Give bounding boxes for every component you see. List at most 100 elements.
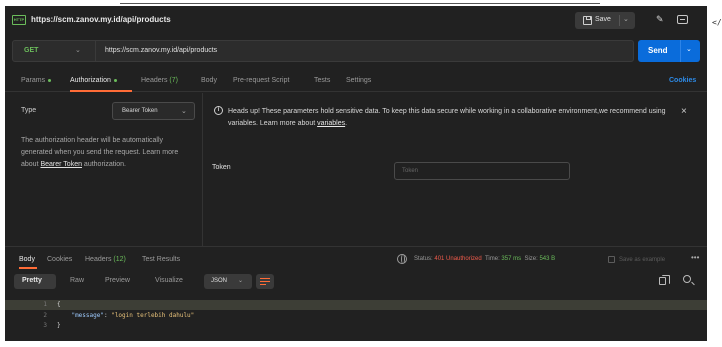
code-line: 3 } [5, 321, 707, 331]
request-tabs: Params Authorization Headers (7) Body Pr… [5, 68, 707, 92]
size-value[interactable]: 543 B [539, 256, 555, 262]
pencil-icon[interactable]: ✎ [656, 14, 664, 25]
notice-text: Heads up! These parameters hold sensitiv… [228, 108, 666, 127]
tab-headers-label: Headers [141, 77, 168, 84]
wrap-lines-icon[interactable] [256, 274, 274, 289]
auth-details-panel: i Heads up! These parameters hold sensit… [204, 93, 707, 246]
code-line: 2 "message": "login terlebih dahulu" [5, 311, 707, 321]
response-headers-count: (12) [113, 256, 126, 263]
tab-headers[interactable]: Headers (7) [141, 77, 178, 84]
response-headers-label: Headers [85, 256, 112, 263]
search-icon[interactable] [683, 275, 691, 283]
save-icon [583, 16, 592, 25]
language-select[interactable]: JSON ⌄ [204, 274, 252, 289]
url-input[interactable]: https://scm.zanov.my.id/api/products [105, 47, 217, 54]
right-edge-panel: </ [707, 6, 722, 347]
save-example-label: Save as example [619, 257, 666, 264]
request-title[interactable]: https://scm.zanov.my.id/api/products [31, 15, 171, 24]
tab-authorization-label: Authorization [70, 77, 111, 84]
top-divider [120, 3, 600, 5]
tab-tests[interactable]: Tests [314, 77, 330, 84]
headers-count: (7) [169, 77, 178, 84]
url-separator [95, 41, 96, 61]
response-tabs: Body Cookies Headers (12) Test Results S… [5, 247, 707, 269]
code-icon[interactable]: </ [712, 18, 722, 27]
status-value[interactable]: 401 Unauthorized [434, 256, 481, 262]
cookies-link[interactable]: Cookies [669, 77, 696, 84]
wrap-line [260, 281, 270, 282]
response-body-editor[interactable]: 1 { 2 "message": "login terlebih dahulu"… [5, 294, 707, 341]
close-icon[interactable]: × [681, 106, 687, 117]
tab-prerequest-script[interactable]: Pre-request Script [233, 77, 289, 84]
send-label: Send [648, 46, 668, 55]
response-format-bar: Pretty Raw Preview Visualize JSON ⌄ [5, 269, 707, 293]
auth-type-panel: Type Bearer Token ⌄ The authorization he… [5, 93, 203, 246]
send-button[interactable]: Send ⌄ [638, 40, 700, 62]
format-pretty-label: Pretty [22, 277, 42, 284]
line-number: 2 [43, 312, 47, 319]
time-value[interactable]: 357 ms [501, 256, 521, 262]
line-number: 3 [43, 322, 47, 329]
size-label: Size: [524, 256, 538, 262]
comment-icon[interactable] [677, 15, 688, 24]
code-text: } [57, 322, 61, 329]
notice-tail: . [345, 120, 348, 127]
json-key: "message" [71, 312, 104, 319]
time-label: Time: [484, 256, 500, 262]
active-dot [48, 78, 52, 82]
chevron-down-icon[interactable]: ⌄ [623, 15, 629, 23]
save-button[interactable]: Save ⌄ [575, 12, 635, 29]
status-label: Status: [414, 256, 433, 262]
chevron-down-icon[interactable]: ⌄ [686, 45, 692, 53]
method-select[interactable]: GET [24, 47, 38, 54]
more-options-icon[interactable]: ••• [691, 253, 699, 262]
wrap-line [260, 278, 270, 279]
postman-app: HTTP https://scm.zanov.my.id/api/product… [5, 6, 707, 341]
format-preview[interactable]: Preview [105, 277, 130, 284]
tab-body[interactable]: Body [201, 77, 217, 84]
code-line: 1 { [5, 300, 707, 310]
globe-icon[interactable] [397, 254, 407, 264]
auth-type-select[interactable]: Bearer Token ⌄ [112, 102, 195, 120]
language-value: JSON [211, 278, 228, 284]
save-icon [608, 256, 615, 263]
tab-settings[interactable]: Settings [346, 77, 371, 84]
send-separator [680, 40, 681, 62]
response-tab-body[interactable]: Body [19, 256, 35, 263]
save-as-example-button[interactable]: Save as example [608, 256, 665, 263]
json-value: "login terlebih dahulu" [111, 312, 195, 319]
bearer-token-link[interactable]: Bearer Token [40, 161, 82, 168]
tab-authorization[interactable]: Authorization [70, 77, 117, 84]
security-notice: Heads up! These parameters hold sensitiv… [228, 106, 668, 130]
url-bar: GET ⌄ https://scm.zanov.my.id/api/produc… [12, 40, 634, 62]
response-meta: Status: 401 Unauthorized Time: 357 ms Si… [414, 256, 555, 262]
auth-type-value: Bearer Token [122, 108, 158, 114]
tab-params-label: Params [21, 77, 46, 84]
info-icon: i [214, 106, 223, 115]
auth-description: The authorization header will be automat… [21, 135, 196, 171]
save-separator [619, 15, 620, 26]
code-text: { [57, 301, 61, 308]
save-label: Save [595, 16, 611, 23]
active-dot [113, 78, 117, 82]
chevron-down-icon: ⌄ [238, 278, 244, 284]
response-tab-headers[interactable]: Headers (12) [85, 256, 126, 263]
request-title-bar: HTTP https://scm.zanov.my.id/api/product… [5, 6, 707, 34]
token-input[interactable]: Token [394, 162, 570, 180]
code-text: "message": "login terlebih dahulu" [57, 312, 194, 319]
format-raw[interactable]: Raw [70, 277, 84, 284]
response-tab-cookies[interactable]: Cookies [47, 256, 72, 263]
format-visualize[interactable]: Visualize [155, 277, 183, 284]
auth-desc-tail: authorization. [81, 161, 126, 168]
http-request-icon: HTTP [12, 15, 26, 25]
chevron-down-icon[interactable]: ⌄ [75, 46, 81, 54]
wrap-line [260, 284, 266, 285]
response-tab-test-results[interactable]: Test Results [142, 256, 180, 263]
chevron-down-icon: ⌄ [181, 108, 187, 115]
variables-link[interactable]: variables [317, 120, 345, 127]
format-pretty[interactable]: Pretty [14, 274, 56, 289]
active-tab-indicator [70, 90, 132, 92]
copy-icon[interactable] [659, 275, 670, 285]
tab-params[interactable]: Params [21, 77, 52, 84]
token-label: Token [212, 164, 231, 171]
